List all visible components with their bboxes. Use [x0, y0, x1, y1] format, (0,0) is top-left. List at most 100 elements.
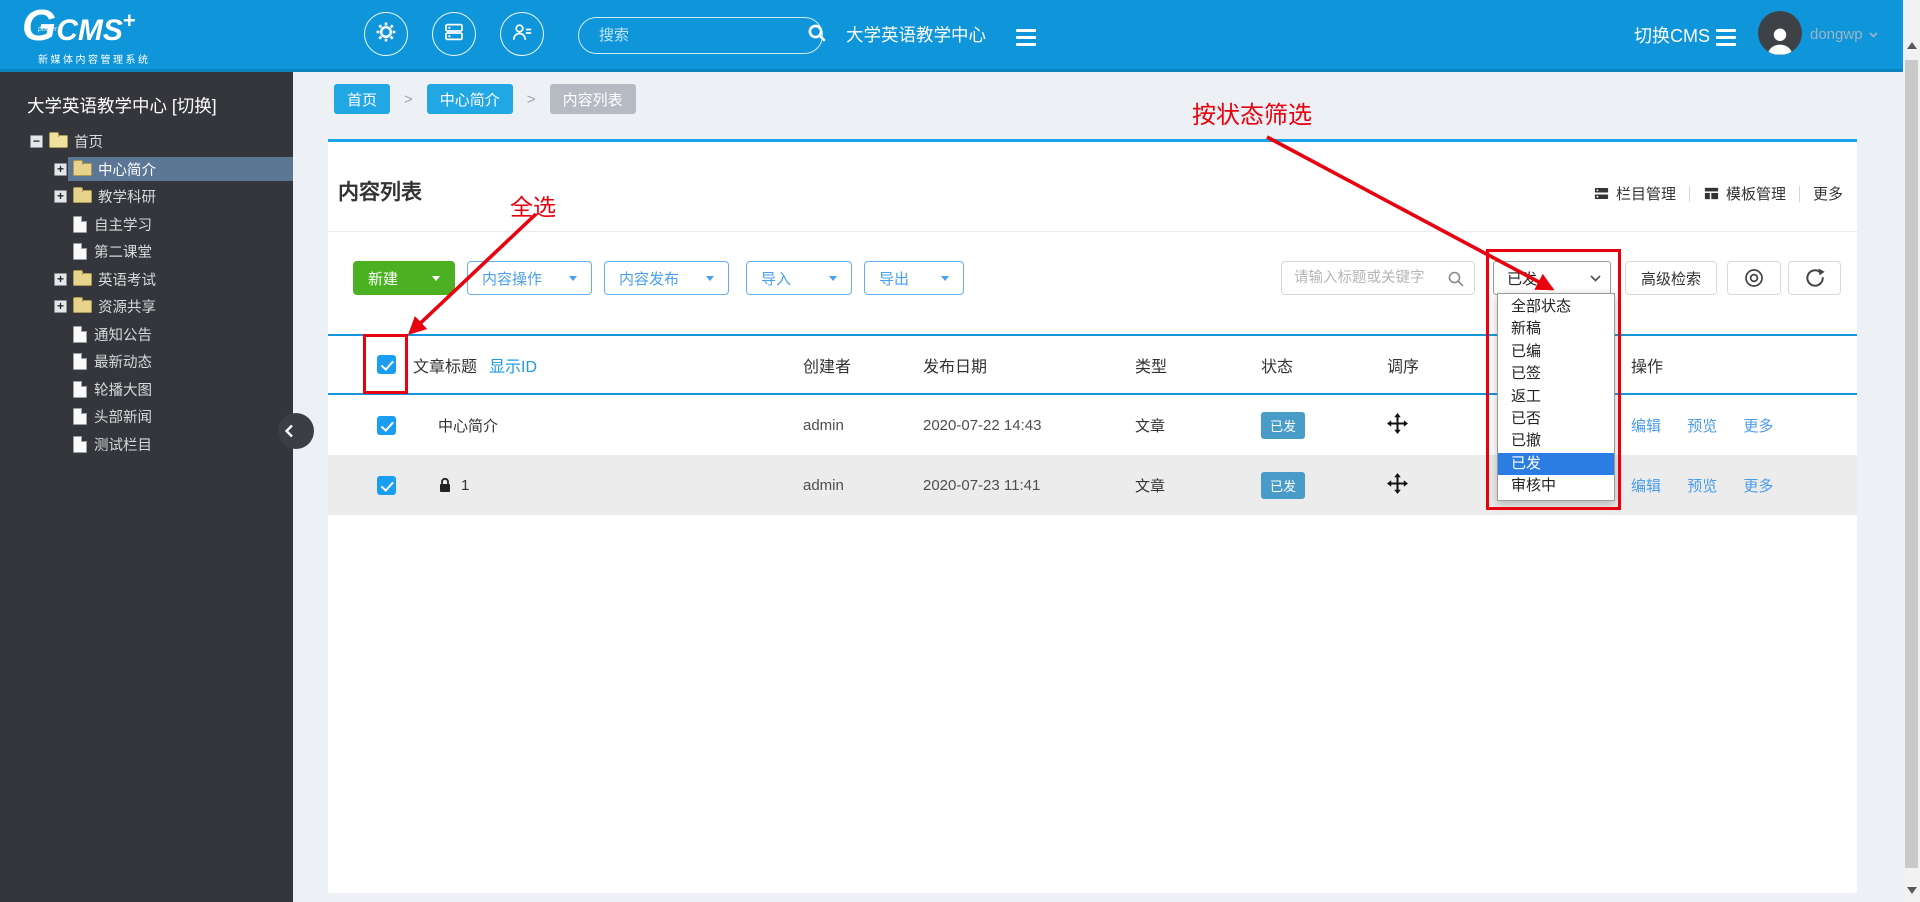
status-option[interactable]: 返工	[1498, 386, 1614, 408]
panel-header-links: 栏目管理 模板管理 更多	[1593, 183, 1843, 204]
status-option-selected[interactable]: 已发	[1498, 452, 1614, 476]
status-option[interactable]: 审核中	[1498, 475, 1614, 497]
export-button[interactable]: 导出	[864, 261, 964, 295]
col-actions-label: 操作	[1631, 358, 1664, 376]
status-option[interactable]: 已否	[1498, 408, 1614, 430]
status-option[interactable]: 新稿	[1498, 318, 1614, 340]
tree-item-carousel[interactable]: 轮播大图	[0, 376, 293, 404]
tree-item-label: 头部新闻	[94, 410, 152, 427]
scrollbar-thumb[interactable]	[1905, 60, 1918, 868]
status-option[interactable]: 已撤	[1498, 430, 1614, 452]
sidebar-site-title[interactable]: 大学英语教学中心 [切换]	[27, 93, 217, 118]
caret-down-icon	[569, 275, 577, 281]
current-site-name: 大学英语教学中心	[846, 25, 986, 45]
breadcrumb-home[interactable]: 首页	[334, 84, 391, 114]
sidebar-collapse-handle[interactable]	[278, 413, 314, 449]
col-type-label: 类型	[1135, 358, 1168, 376]
avatar[interactable]	[1758, 11, 1802, 55]
lock-icon	[440, 477, 450, 492]
tree-item-resource-share[interactable]: + 资源共享	[0, 293, 293, 321]
settings-button[interactable]	[364, 12, 408, 56]
row-type: 文章	[1135, 417, 1166, 435]
status-option[interactable]: 全部状态	[1498, 296, 1614, 318]
show-id-link[interactable]: 显示ID	[489, 353, 537, 377]
cms-menu-icon[interactable]	[1716, 29, 1736, 46]
tree-item-home[interactable]: − 首页	[0, 128, 293, 156]
search-icon[interactable]	[806, 22, 828, 49]
divider	[1688, 185, 1690, 202]
tree-collapse-icon[interactable]: −	[30, 135, 43, 149]
tree-item-label: 测试栏目	[94, 437, 152, 454]
users-button[interactable]	[500, 12, 544, 56]
vertical-scrollbar[interactable]	[1903, 0, 1920, 902]
edit-link[interactable]: 编辑	[1631, 418, 1661, 435]
template-manage-link[interactable]: 模板管理	[1703, 183, 1786, 204]
tree-item-header-news[interactable]: 头部新闻	[0, 403, 293, 431]
tree-item-label: 首页	[74, 135, 103, 152]
file-icon	[73, 408, 87, 426]
more-actions-link[interactable]: 更多	[1743, 418, 1773, 435]
user-menu[interactable]: dongwp	[1810, 0, 1878, 69]
display-toggle-button[interactable]	[1727, 261, 1781, 295]
tree-item-second-class[interactable]: 第二课堂	[0, 238, 293, 266]
row-checkbox[interactable]	[377, 475, 396, 495]
keyword-search	[1281, 261, 1475, 295]
edit-link[interactable]: 编辑	[1631, 478, 1661, 495]
import-button[interactable]: 导入	[746, 261, 852, 295]
keyword-search-input[interactable]	[1282, 262, 1474, 294]
scroll-up-icon[interactable]	[1906, 42, 1917, 49]
tree-item-latest-news[interactable]: 最新动态	[0, 348, 293, 376]
search-icon[interactable]	[1447, 270, 1465, 288]
preview-link[interactable]: 预览	[1687, 418, 1717, 435]
tree-expand-icon[interactable]: +	[54, 300, 67, 314]
sidebar: 大学英语教学中心 [切换] − 首页 + 中心简介 + 教学科研 自主学习 第二…	[0, 72, 293, 902]
file-icon	[73, 353, 87, 371]
tree-item-label: 教学科研	[98, 190, 156, 207]
divider	[328, 231, 1857, 232]
tree-item-teaching-research[interactable]: + 教学科研	[0, 183, 293, 211]
status-option[interactable]: 已编	[1498, 341, 1614, 363]
tree-item-self-study[interactable]: 自主学习	[0, 211, 293, 239]
breadcrumb-category[interactable]: 中心简介	[426, 84, 513, 114]
tree-expand-icon[interactable]: +	[54, 190, 67, 204]
tree-expand-icon[interactable]: +	[54, 162, 67, 176]
move-sort-icon[interactable]	[1387, 472, 1408, 494]
more-actions-link[interactable]: 更多	[1743, 478, 1773, 495]
tree-item-notice[interactable]: 通知公告	[0, 321, 293, 349]
logo-power-text: power	[38, 26, 58, 33]
advanced-search-button[interactable]: 高级检索	[1625, 261, 1717, 295]
row-title[interactable]: 中心简介	[438, 415, 498, 436]
move-sort-icon[interactable]	[1387, 412, 1408, 434]
switch-cms-link[interactable]: 切换CMS	[1634, 0, 1710, 69]
site-menu-icon[interactable]	[1016, 29, 1036, 46]
select-all-checkbox[interactable]	[377, 355, 396, 374]
status-filter-select[interactable]: 已发	[1493, 261, 1611, 295]
row-checkbox[interactable]	[377, 415, 396, 435]
tree-item-test-category[interactable]: 测试栏目	[0, 431, 293, 459]
content-publish-button[interactable]: 内容发布	[604, 261, 729, 295]
column-manage-link[interactable]: 栏目管理	[1593, 183, 1676, 204]
app-root: G power CMS + 新媒体内容管理系统 搜索 大学英语教学中心 切换CM…	[0, 0, 1920, 902]
tree-item-english-exam[interactable]: + 英语考试	[0, 266, 293, 294]
modules-button[interactable]	[432, 12, 476, 56]
row-type: 文章	[1135, 477, 1166, 495]
more-link[interactable]: 更多	[1813, 183, 1843, 204]
tree-expand-icon[interactable]: +	[54, 272, 67, 286]
new-button[interactable]: 新建	[353, 261, 455, 295]
status-option[interactable]: 已签	[1498, 363, 1614, 385]
logo-cms-text: CMS	[56, 14, 123, 47]
eye-icon	[1745, 269, 1763, 287]
person-icon	[1767, 28, 1793, 55]
file-icon	[73, 380, 87, 398]
refresh-button[interactable]	[1788, 261, 1841, 295]
row-date: 2020-07-22 14:43	[923, 416, 1042, 434]
col-status-label: 状态	[1261, 358, 1294, 376]
content-operate-button[interactable]: 内容操作	[467, 261, 592, 295]
tree-item-center-intro[interactable]: + 中心简介	[0, 156, 293, 184]
preview-link[interactable]: 预览	[1687, 478, 1717, 495]
more-label: 更多	[1812, 186, 1843, 203]
username-text: dongwp	[1810, 26, 1863, 43]
row-title[interactable]: 1	[461, 477, 469, 494]
scroll-down-icon[interactable]	[1906, 887, 1917, 894]
header-search-input[interactable]	[579, 27, 806, 44]
